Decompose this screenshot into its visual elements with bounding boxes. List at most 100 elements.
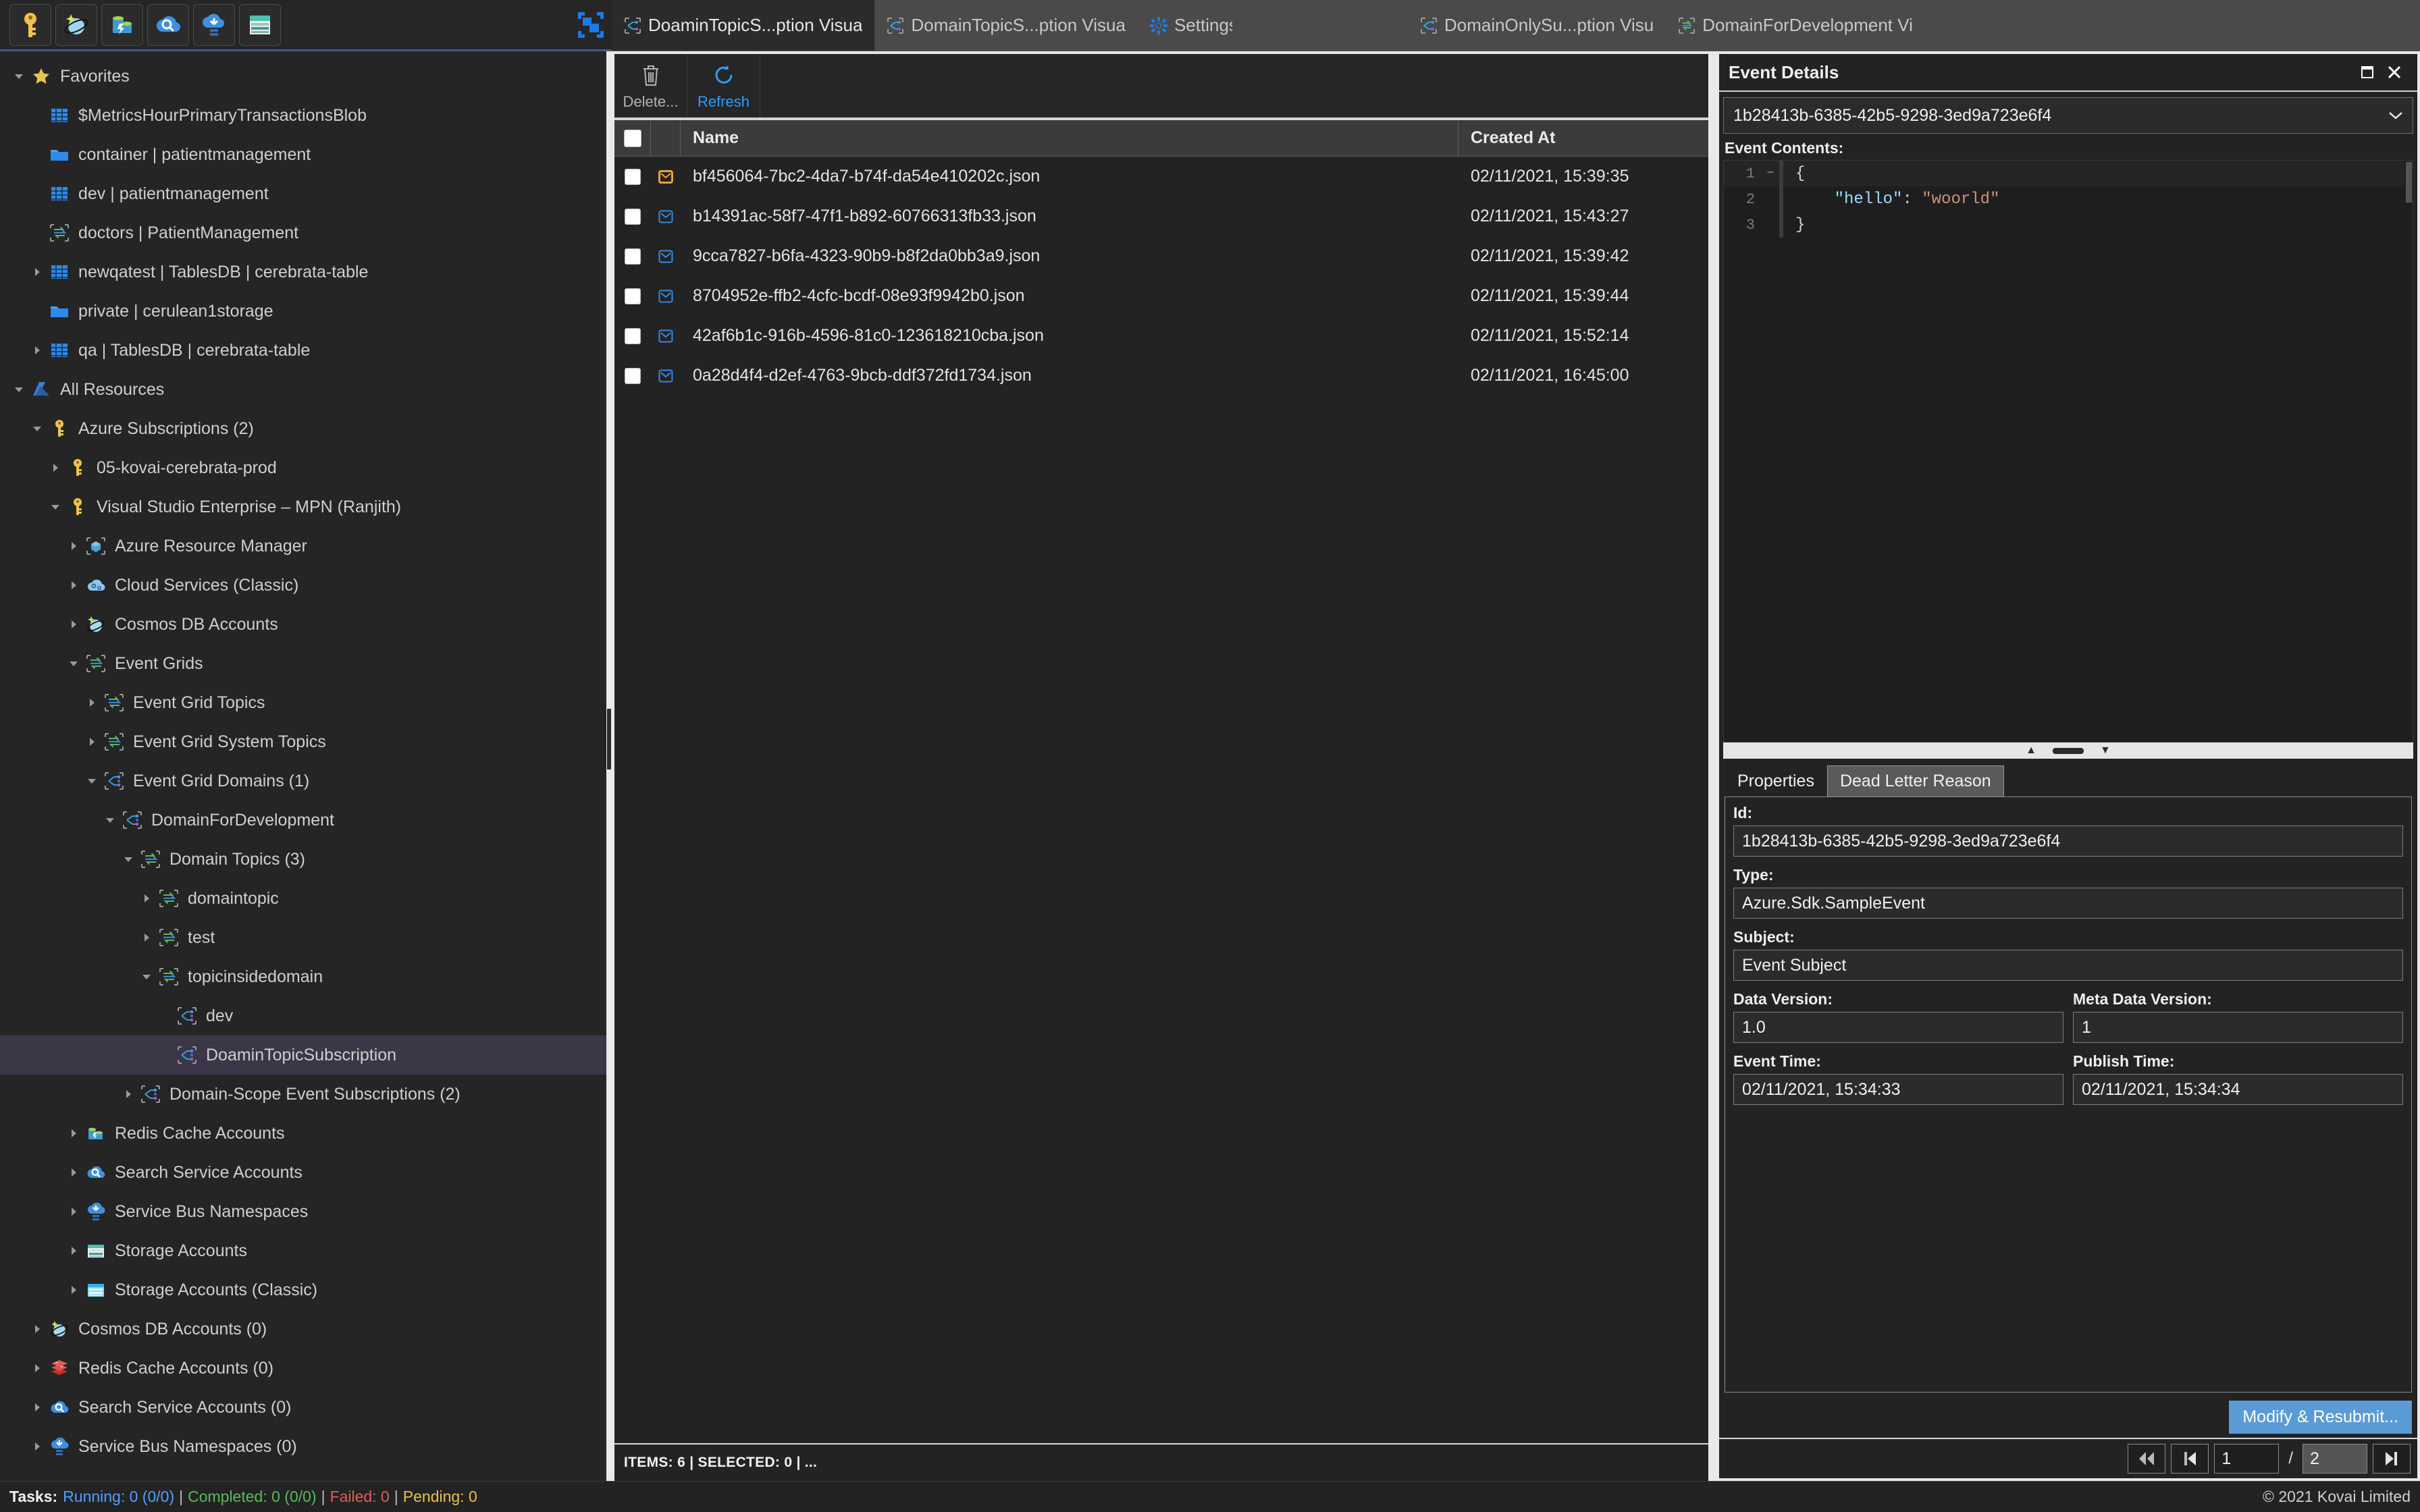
- tree-expander-icon[interactable]: [137, 971, 156, 982]
- tree-item-search-service-accounts-0[interactable]: Search Service Accounts (0): [0, 1388, 612, 1427]
- first-page-button[interactable]: [2128, 1444, 2166, 1474]
- search-service-icon[interactable]: [147, 3, 189, 46]
- tree-item-storage-accounts-classic[interactable]: Storage Accounts (Classic): [0, 1270, 612, 1310]
- tree-item-doctors-patientmanagement[interactable]: doctors | PatientManagement: [0, 213, 612, 252]
- tree-expander-icon[interactable]: [28, 267, 47, 277]
- tree-expander-icon[interactable]: [9, 71, 28, 82]
- tree-item-test[interactable]: test: [0, 918, 612, 957]
- previous-page-button[interactable]: [2171, 1444, 2209, 1474]
- tab-properties[interactable]: Properties: [1725, 765, 1827, 796]
- row-checkbox[interactable]: [614, 356, 651, 396]
- table-row[interactable]: b14391ac-58f7-47f1-b892-60766313fb33.jso…: [614, 196, 1708, 236]
- type-field[interactable]: Azure.Sdk.SampleEvent: [1733, 888, 2403, 919]
- tree-expander-icon[interactable]: [64, 1128, 83, 1139]
- tree-item-azure-resource-manager[interactable]: Azure Resource Manager: [0, 526, 612, 566]
- table-row[interactable]: 42af6b1c-916b-4596-81c0-123618210cba.jso…: [614, 316, 1708, 356]
- tree-expander-icon[interactable]: [101, 815, 120, 826]
- tree-expander-icon[interactable]: [64, 658, 83, 669]
- tree-expander-icon[interactable]: [64, 1285, 83, 1295]
- next-page-button[interactable]: [2373, 1444, 2411, 1474]
- restore-window-icon[interactable]: [2354, 64, 2381, 80]
- tree-item-domain-scope-event-subscriptions-2[interactable]: Domain-Scope Event Subscriptions (2): [0, 1075, 612, 1114]
- tree-item-storage-accounts[interactable]: Storage Accounts: [0, 1231, 612, 1270]
- tree-item-dev-patientmanagement[interactable]: dev | patientmanagement: [0, 174, 612, 213]
- row-checkbox[interactable]: [614, 276, 651, 316]
- tree-item-domain-topics-3[interactable]: Domain Topics (3): [0, 840, 612, 879]
- refresh-button[interactable]: Refresh: [687, 54, 760, 117]
- tree-expander-icon[interactable]: [64, 1206, 83, 1217]
- tree-item-container-patientmanagement[interactable]: container | patientmanagement: [0, 135, 612, 174]
- tree-expander-icon[interactable]: [137, 932, 156, 943]
- tree-expander-icon[interactable]: [64, 619, 83, 630]
- key-icon[interactable]: [9, 3, 51, 46]
- tree-item-service-bus-namespaces[interactable]: Service Bus Namespaces: [0, 1192, 612, 1231]
- tree-item-favorites[interactable]: Favorites: [0, 57, 612, 96]
- tree-item-cloud-services-classic[interactable]: Cloud Services (Classic): [0, 566, 612, 605]
- tab-2[interactable]: Settings: [1138, 0, 1408, 51]
- tree-expander-icon[interactable]: [64, 541, 83, 551]
- layout-icon[interactable]: [570, 4, 612, 46]
- select-all-checkbox[interactable]: [614, 120, 651, 156]
- tree-expander-icon[interactable]: [119, 854, 138, 865]
- data-version-field[interactable]: 1.0: [1733, 1012, 2063, 1043]
- event-time-field[interactable]: 02/11/2021, 15:34:33: [1733, 1074, 2063, 1105]
- tree-expander-icon[interactable]: [46, 502, 65, 512]
- column-header-name[interactable]: Name: [681, 120, 1458, 156]
- tree-expander-icon[interactable]: [28, 1363, 47, 1374]
- tree-item-cosmos-db-accounts-0[interactable]: Cosmos DB Accounts (0): [0, 1310, 612, 1349]
- tree-item-domaintopic[interactable]: domaintopic: [0, 879, 612, 918]
- tree-expander-icon[interactable]: [82, 736, 101, 747]
- tree-item-topicinsidedomain[interactable]: topicinsidedomain: [0, 957, 612, 996]
- redis-cache-icon[interactable]: [101, 3, 143, 46]
- tree-expander-icon[interactable]: [28, 345, 47, 356]
- tab-0[interactable]: DoaminTopicS...ption Visua: [612, 0, 875, 51]
- tree-item-service-bus-namespaces-0[interactable]: Service Bus Namespaces (0): [0, 1427, 612, 1466]
- tree-item-dev[interactable]: dev: [0, 996, 612, 1035]
- tree-item-azure-subscriptions-2[interactable]: Azure Subscriptions (2): [0, 409, 612, 448]
- subject-field[interactable]: Event Subject: [1733, 950, 2403, 981]
- modify-and-resubmit-button[interactable]: Modify & Resubmit...: [2229, 1401, 2412, 1434]
- tree-expander-icon[interactable]: [28, 1324, 47, 1334]
- tab-3[interactable]: DomainOnlySu...ption Visu: [1408, 0, 1666, 51]
- service-bus-icon[interactable]: [193, 3, 235, 46]
- tree-item-private-cerulean1storage[interactable]: private | cerulean1storage: [0, 292, 612, 331]
- tree-item-redis-cache-accounts[interactable]: Redis Cache Accounts: [0, 1114, 612, 1153]
- tree-expander-icon[interactable]: [64, 1245, 83, 1256]
- tree-expander-icon[interactable]: [28, 423, 47, 434]
- tree-item-all-resources[interactable]: All Resources: [0, 370, 612, 409]
- table-row[interactable]: 9cca7827-b6fa-4323-90b9-b8f2da0bb3a9.jso…: [614, 236, 1708, 276]
- center-right-splitter[interactable]: [1711, 51, 1716, 1481]
- close-icon[interactable]: [2381, 64, 2408, 80]
- current-page-input[interactable]: 1: [2214, 1444, 2280, 1474]
- tree-item-search-service-accounts[interactable]: Search Service Accounts: [0, 1153, 612, 1192]
- tree-expander-icon[interactable]: [137, 893, 156, 904]
- table-row[interactable]: 0a28d4f4-d2ef-4763-9bcb-ddf372fd1734.jso…: [614, 356, 1708, 396]
- tree-expander-icon[interactable]: [82, 776, 101, 786]
- column-header-created-at[interactable]: Created At: [1458, 120, 1708, 156]
- table-row[interactable]: 8704952e-ffb2-4cfc-bcdf-08e93f9942b0.jso…: [614, 276, 1708, 316]
- id-field[interactable]: 1b28413b-6385-42b5-9298-3ed9a723e6f4: [1733, 826, 2403, 857]
- tree-item-metricshourprimarytransactionsblob[interactable]: $MetricsHourPrimaryTransactionsBlob: [0, 96, 612, 135]
- meta-data-version-field[interactable]: 1: [2073, 1012, 2403, 1043]
- delete-button[interactable]: Delete...: [614, 54, 687, 117]
- tree-expander-icon[interactable]: [28, 1441, 47, 1452]
- tree-expander-icon[interactable]: [64, 1167, 83, 1178]
- table-row[interactable]: bf456064-7bc2-4da7-b74f-da54e410202c.jso…: [614, 157, 1708, 196]
- tree-item-domainfordevelopment[interactable]: DomainForDevelopment: [0, 801, 612, 840]
- tree-item-qa-tablesdb-cerebrata-table[interactable]: qa | TablesDB | cerebrata-table: [0, 331, 612, 370]
- tab-4[interactable]: DomainForDevelopment Vi: [1666, 0, 1925, 51]
- tree-item-visual-studio-enterprise-mpn-ranjith[interactable]: Visual Studio Enterprise – MPN (Ranjith): [0, 487, 612, 526]
- tree-item-event-grid-system-topics[interactable]: Event Grid System Topics: [0, 722, 612, 761]
- tree-item-cosmos-db-accounts[interactable]: Cosmos DB Accounts: [0, 605, 612, 644]
- tree-item-05-kovai-cerebrata-prod[interactable]: 05-kovai-cerebrata-prod: [0, 448, 612, 487]
- tree-expander-icon[interactable]: [64, 580, 83, 591]
- row-checkbox[interactable]: [614, 236, 651, 276]
- details-horizontal-splitter[interactable]: ▲ ▼: [1723, 742, 2413, 759]
- fold-toggle-icon[interactable]: −: [1762, 167, 1779, 180]
- tree-expander-icon[interactable]: [119, 1089, 138, 1100]
- tree-expander-icon[interactable]: [9, 384, 28, 395]
- event-contents-editor[interactable]: 1 − { 2 "hello": "woorld" 3}: [1723, 160, 2413, 742]
- tree-item-newqatest-tablesdb-cerebrata-table[interactable]: newqatest | TablesDB | cerebrata-table: [0, 252, 612, 292]
- row-checkbox[interactable]: [614, 157, 651, 196]
- tree-item-event-grid-domains-1[interactable]: Event Grid Domains (1): [0, 761, 612, 801]
